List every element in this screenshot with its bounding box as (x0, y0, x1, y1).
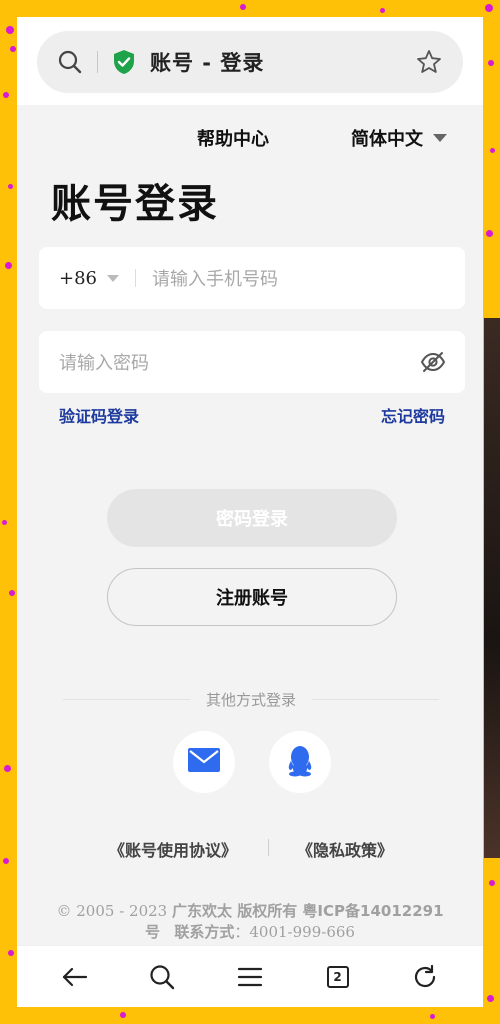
password-input[interactable]: 请输入密码 (59, 349, 149, 375)
qq-login-button[interactable] (269, 731, 331, 793)
url-bar-divider (97, 51, 98, 73)
agreements-row: 《账号使用协议》 《隐私政策》 (17, 837, 483, 861)
eye-off-icon[interactable] (419, 348, 447, 376)
field-divider (135, 269, 136, 287)
phone-input[interactable]: 请输入手机号码 (152, 265, 278, 291)
back-icon[interactable] (55, 957, 95, 997)
caret-down-icon (433, 134, 447, 142)
contact-value: ：4001-999-666 (234, 923, 355, 941)
bottom-navigation: 2 (17, 945, 483, 1007)
copyright-text: © 2005 - 2023 广东欢太 版权所有 粤ICP备14012291号 联… (35, 901, 465, 943)
divider-line (312, 698, 440, 700)
language-label: 简体中文 (351, 129, 423, 150)
register-button[interactable]: 注册账号 (107, 568, 397, 626)
other-login-divider: 其他方式登录 (63, 689, 440, 709)
menu-icon[interactable] (230, 957, 270, 997)
shield-check-icon[interactable] (112, 49, 136, 75)
browser-window: 账号 - 登录 帮助中心 简体中文 账号登录 +86 请输入手机号码 请输入密码… (17, 17, 483, 1007)
star-icon[interactable] (415, 48, 443, 76)
tab-count: 2 (326, 965, 349, 988)
search-icon[interactable] (57, 49, 83, 75)
password-login-button[interactable]: 密码登录 (107, 489, 397, 547)
background-photo-strip (484, 318, 500, 858)
language-selector[interactable]: 简体中文 (351, 125, 447, 151)
mail-icon (187, 747, 221, 777)
country-code-select[interactable]: +86 (59, 268, 97, 289)
qq-icon (286, 743, 314, 781)
privacy-policy-link[interactable]: 《隐私政策》 (297, 837, 393, 861)
tabs-button[interactable]: 2 (318, 957, 358, 997)
other-login-label: 其他方式登录 (206, 690, 297, 709)
phone-field: +86 请输入手机号码 (39, 247, 465, 309)
agreements-divider (268, 839, 269, 856)
password-field: 请输入密码 (39, 331, 465, 393)
sms-login-link[interactable]: 验证码登录 (59, 403, 139, 427)
login-options: 验证码登录 忘记密码 (59, 403, 445, 427)
page-heading: 账号登录 (51, 181, 219, 227)
user-agreement-link[interactable]: 《账号使用协议》 (109, 837, 237, 861)
help-center-link[interactable]: 帮助中心 (197, 125, 269, 151)
url-bar-container: 账号 - 登录 (17, 17, 483, 105)
caret-down-icon[interactable] (107, 274, 119, 282)
copyright-years: © 2005 - 2023 (56, 902, 172, 920)
divider-line (63, 698, 190, 700)
email-login-button[interactable] (173, 731, 235, 793)
refresh-icon[interactable] (405, 957, 445, 997)
contact-label: 联系方式 (174, 923, 235, 941)
forgot-password-link[interactable]: 忘记密码 (381, 403, 445, 427)
url-bar[interactable]: 账号 - 登录 (37, 31, 463, 93)
header-links: 帮助中心 简体中文 (17, 123, 483, 153)
page-title[interactable]: 账号 - 登录 (150, 47, 415, 77)
search-icon[interactable] (142, 957, 182, 997)
